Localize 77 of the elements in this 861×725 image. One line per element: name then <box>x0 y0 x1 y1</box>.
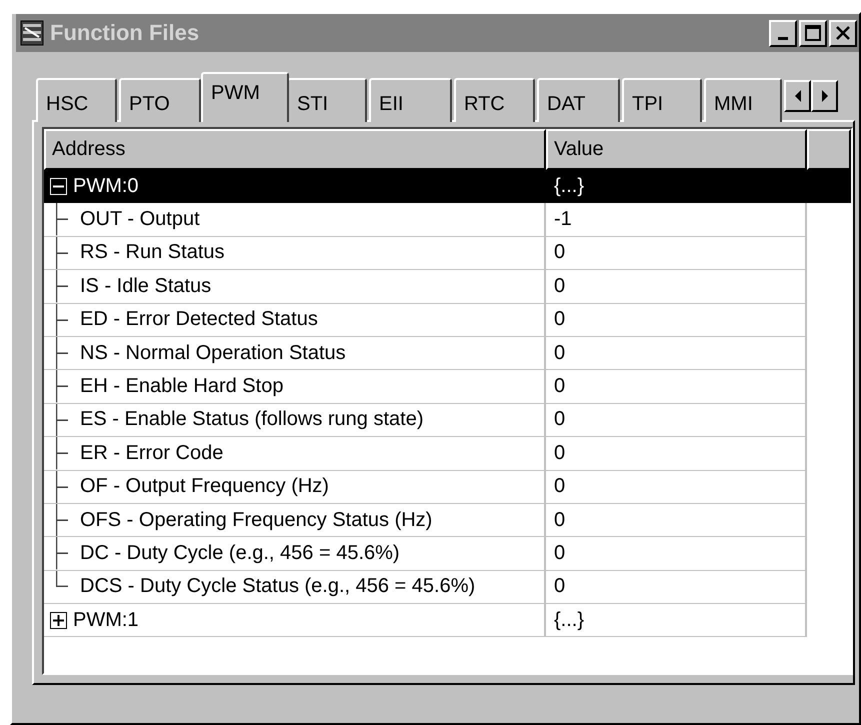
tab[interactable]: TPI <box>622 78 702 122</box>
tree-label: OF - Output Frequency (Hz) <box>80 475 329 498</box>
tree-line <box>56 236 68 270</box>
tree-label: DC - Duty Cycle (e.g., 456 = 45.6%) <box>80 542 400 565</box>
table-cell: 0 <box>546 504 807 538</box>
tree-line <box>56 437 68 470</box>
maximize-icon <box>805 25 821 41</box>
tree-row[interactable]: OUT - Output -1 <box>44 203 851 237</box>
table-cell: {...} <box>546 170 807 204</box>
tree-line <box>56 504 68 536</box>
table-cell: 0 <box>546 570 807 604</box>
table-cell: -1 <box>546 203 807 237</box>
tab[interactable]: PTO <box>119 78 201 122</box>
collapse-icon[interactable] <box>50 178 67 195</box>
tree-row[interactable]: DC - Duty Cycle (e.g., 456 = 45.6%) 0 <box>44 537 851 571</box>
tree-row[interactable]: DCS - Duty Cycle Status (e.g., 456 = 45.6%) 0 <box>44 570 851 604</box>
close-icon <box>836 26 850 40</box>
tree-row[interactable]: ER - Error Code 0 <box>44 437 851 471</box>
minimize-icon <box>778 37 788 40</box>
tree-row[interactable]: PWM:1 {...} <box>44 604 851 638</box>
tab[interactable]: RTC <box>454 78 535 122</box>
window-title: Function Files <box>50 20 200 46</box>
table-cell: {...} <box>546 604 807 638</box>
tree-line <box>56 404 68 436</box>
tree-label: DCS - Duty Cycle Status (e.g., 456 = 45.6%) <box>80 575 476 598</box>
tree-label: OUT - Output <box>80 208 200 232</box>
tree-row[interactable]: RS - Run Status 0 <box>44 236 851 270</box>
table-cell: 0 <box>546 470 807 504</box>
tree-row[interactable]: ES - Enable Status (follows rung state) 0 <box>44 404 851 438</box>
right-triangle-icon <box>820 90 828 102</box>
app-icon <box>20 20 44 46</box>
tree-line <box>56 336 68 370</box>
tree-row[interactable]: NS - Normal Operation Status 0 <box>44 336 851 370</box>
table-cell: 0 <box>546 304 807 337</box>
table-cell: 0 <box>546 370 807 404</box>
tree-label: EH - Enable Hard Stop <box>80 375 284 398</box>
column-header[interactable]: Address <box>44 129 546 170</box>
tree-line <box>56 203 68 236</box>
tree-row[interactable]: PWM:0 {...} <box>44 170 851 204</box>
tab[interactable]: HSC <box>36 78 117 122</box>
tree-label: ER - Error Code <box>80 442 224 465</box>
maximize-button[interactable] <box>799 20 827 46</box>
scroll-right-button[interactable] <box>811 80 838 112</box>
tab[interactable]: PWM <box>201 72 289 122</box>
tree-row[interactable]: OFS - Operating Frequency Status (Hz) 0 <box>44 504 851 538</box>
tree-label: RS - Run Status <box>80 241 225 264</box>
expand-icon[interactable] <box>50 612 67 629</box>
tab[interactable]: DAT <box>537 78 620 122</box>
tree-label: PWM:0 <box>73 174 139 198</box>
tree-label: ES - Enable Status (follows rung state) <box>80 408 424 432</box>
tree-row[interactable]: OF - Output Frequency (Hz) 0 <box>44 470 851 504</box>
table-cell: 0 <box>546 336 807 370</box>
table-cell: 0 <box>546 270 807 304</box>
left-triangle-icon <box>794 90 802 102</box>
tree-label: OFS - Operating Frequency Status (Hz) <box>80 508 432 532</box>
tree-line <box>56 470 68 503</box>
tree-line <box>56 370 68 403</box>
tab[interactable]: STI <box>287 78 367 122</box>
table-cell: 0 <box>546 537 807 571</box>
table-cell: 0 <box>546 404 807 438</box>
column-header[interactable]: Value <box>546 129 807 170</box>
tree-label: NS - Normal Operation Status <box>80 342 346 365</box>
tree-row[interactable]: EH - Enable Hard Stop 0 <box>44 370 851 404</box>
close-button[interactable] <box>829 20 857 46</box>
tree-line <box>56 304 68 336</box>
scroll-left-button[interactable] <box>784 80 811 112</box>
table-cell: 0 <box>546 236 807 270</box>
tab[interactable]: MMI <box>704 78 782 122</box>
tree-row[interactable]: IS - Idle Status 0 <box>44 270 851 304</box>
tree-label: IS - Idle Status <box>80 274 212 298</box>
tree-row[interactable]: ED - Error Detected Status 0 <box>44 304 851 337</box>
table-cell: 0 <box>546 437 807 471</box>
minimize-button[interactable] <box>769 20 797 46</box>
tree-label: PWM:1 <box>73 608 139 632</box>
tree-line <box>56 270 68 303</box>
tab[interactable]: EII <box>369 78 452 122</box>
tree-label: ED - Error Detected Status <box>80 308 318 332</box>
